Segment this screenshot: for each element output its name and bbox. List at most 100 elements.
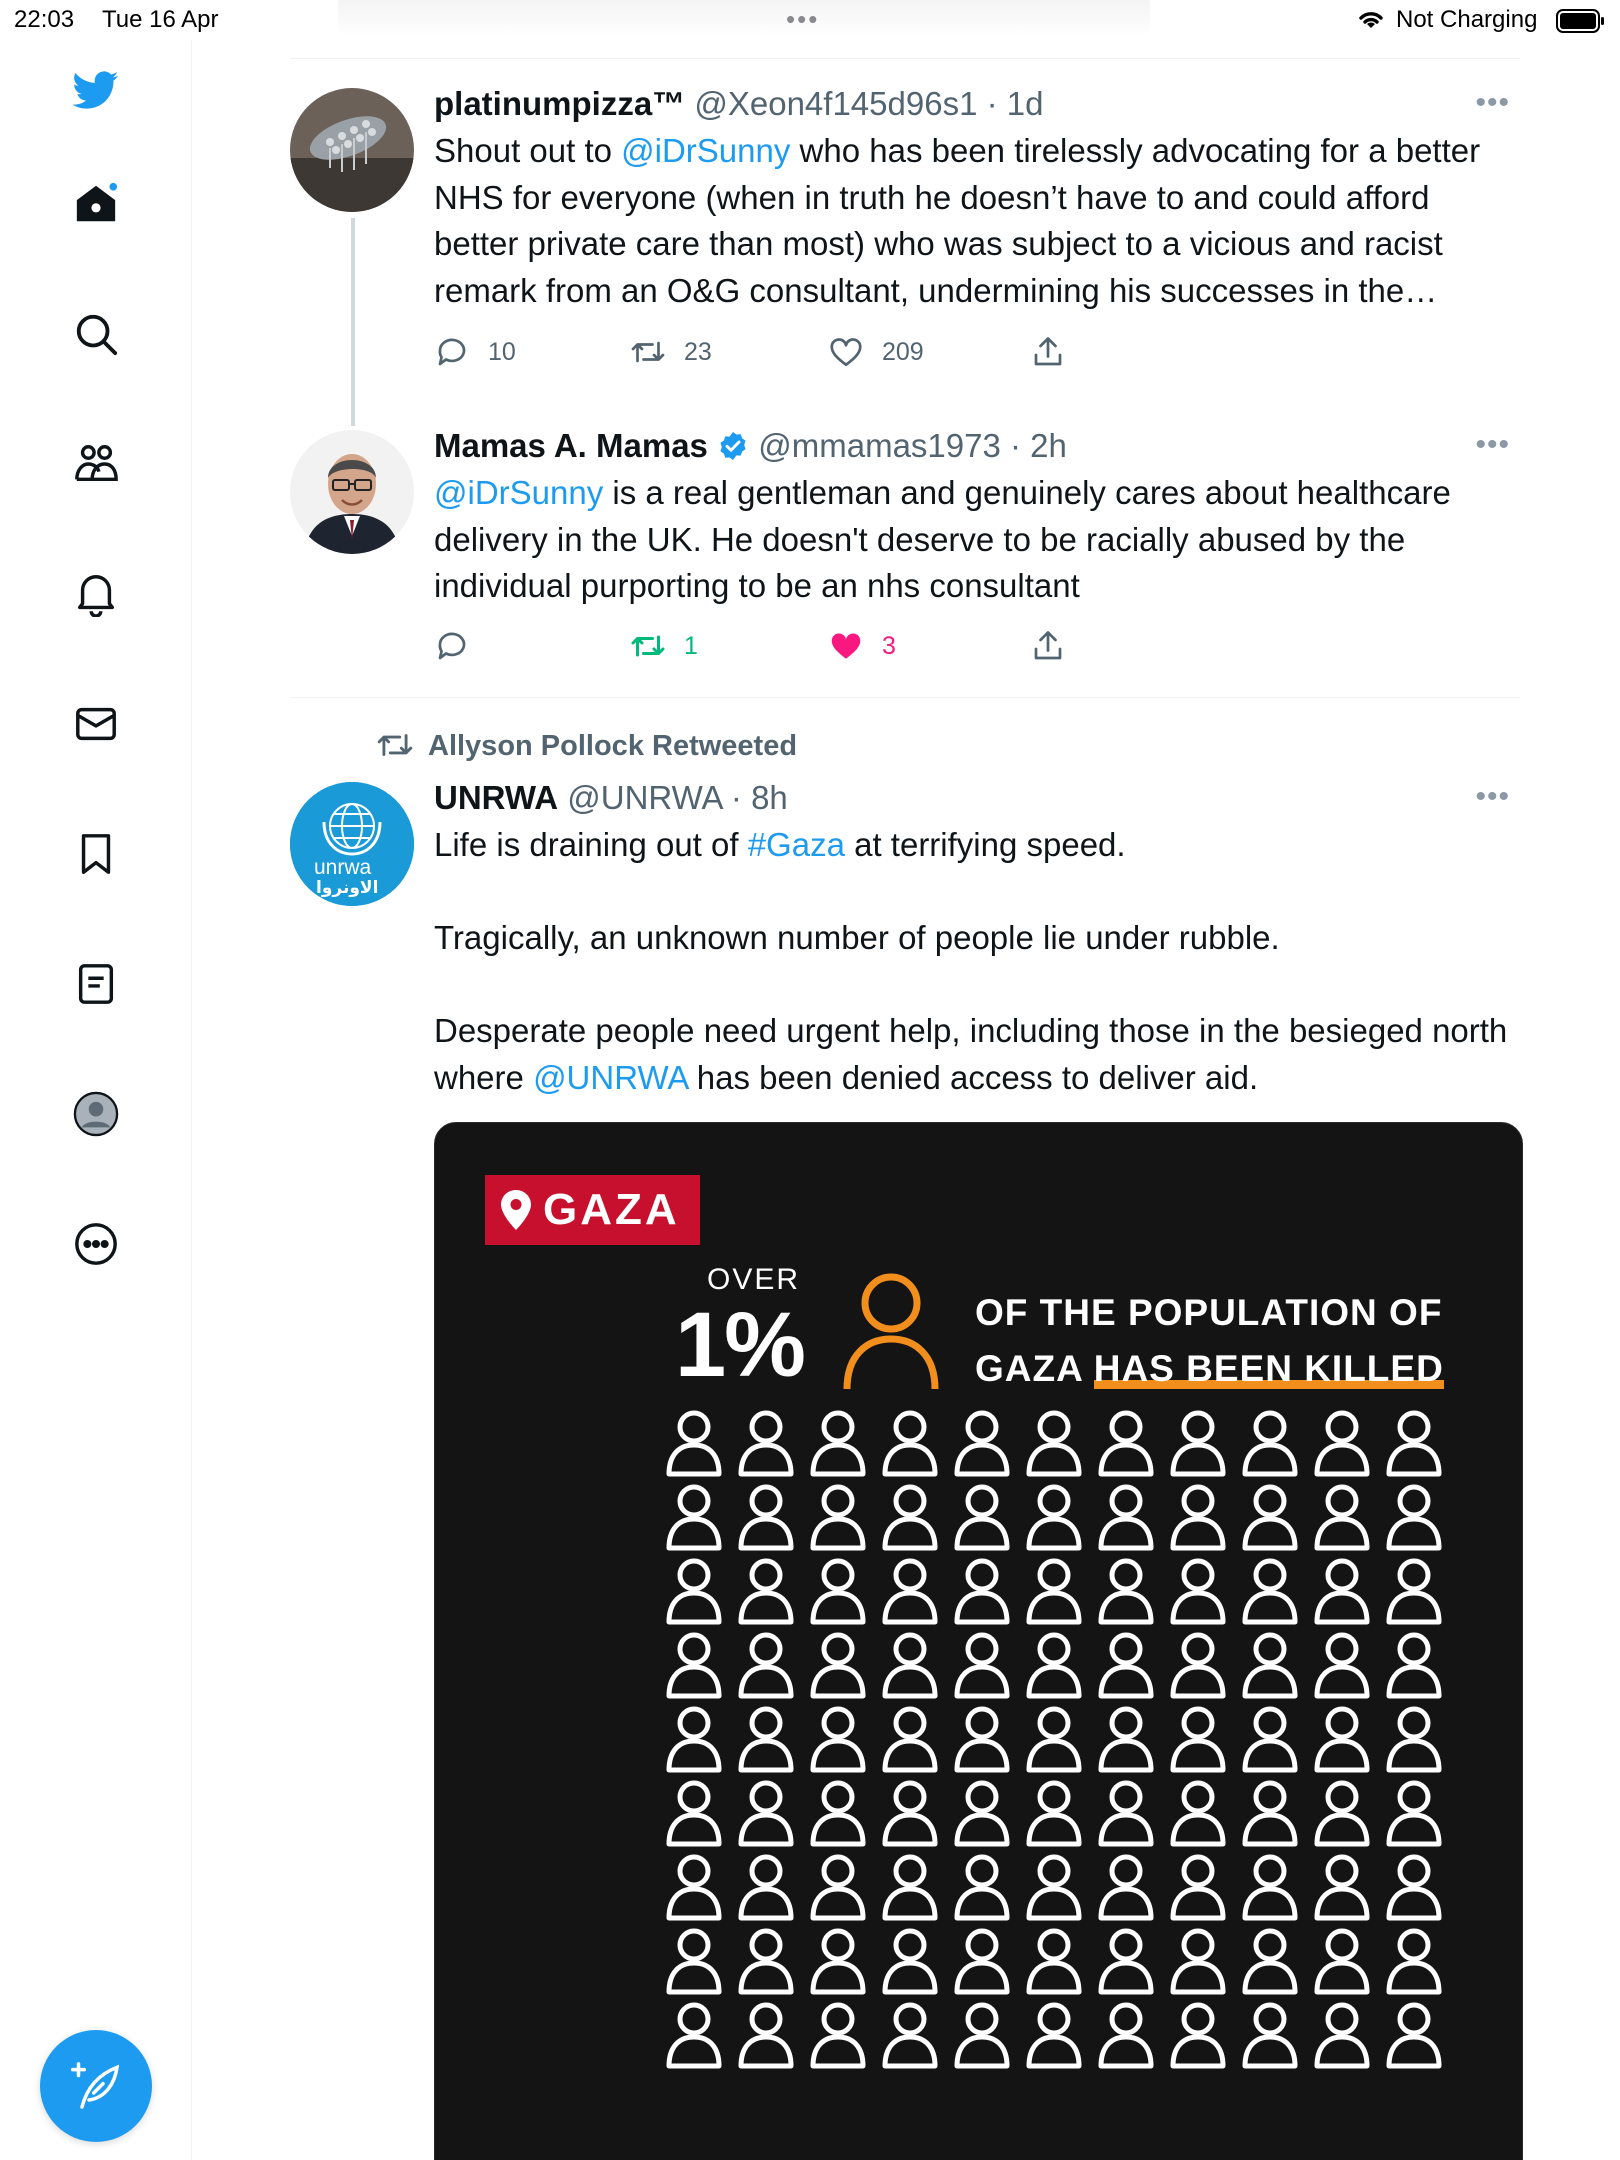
tweet-mamas[interactable]: Mamas A. Mamas @mmamas1973 · 2h ••• @iDr… [290,427,1520,690]
home-icon[interactable] [68,176,124,232]
person-icon [882,1484,938,1551]
notifications-bell-icon[interactable] [68,566,124,622]
person-icon [1242,1410,1298,1477]
retweet-count: 23 [684,337,712,366]
person-icon [882,1928,938,1995]
like-button[interactable]: 209 [828,334,924,370]
person-icon [1242,1484,1298,1551]
author-name[interactable]: UNRWA [434,779,558,816]
tweet-more-menu[interactable]: ••• [1475,428,1510,462]
person-icon [1242,1780,1298,1847]
retweeted-by-label[interactable]: Allyson Pollock Retweeted [376,726,797,764]
person-icon [954,1484,1010,1551]
person-icon [1314,2002,1370,2069]
bookmarks-icon[interactable] [68,826,124,882]
person-icon [810,1484,866,1551]
share-button[interactable] [1030,334,1066,370]
author-name[interactable]: platinumpizza™ [434,85,685,122]
person-orange-icon [843,1273,939,1390]
tweet-actions: 10 23 209 [434,334,1234,378]
avatar-platinumpizza[interactable] [290,88,414,212]
retweet-small-icon [377,734,413,756]
heart-filled-icon [831,633,861,659]
people-icon-grid [663,1407,1455,2073]
person-icon [1026,1780,1082,1847]
person-icon [1170,1780,1226,1847]
multitask-dots[interactable]: ••• [786,4,819,35]
person-icon [1242,1706,1298,1773]
person-icon [810,1706,866,1773]
tweet-header: Mamas A. Mamas @mmamas1973 · 2h [434,424,1510,468]
person-icon [666,1632,722,1699]
author-handle-time[interactable]: @mmamas1973 · 2h [758,427,1067,464]
person-icon [810,1928,866,1995]
person-icon [1170,1632,1226,1699]
unrwa-logo-text: unrwa [314,856,372,879]
person-icon [738,1410,794,1477]
tweet-divider [290,697,1520,698]
person-icon [1386,1410,1442,1477]
tweet-media-image[interactable]: GAZA OVER 1% OF THE POPULATION OF GAZA H… [434,1122,1523,2160]
person-icon [1170,1854,1226,1921]
retweet-button[interactable]: 1 [630,628,698,664]
person-icon [1098,1706,1154,1773]
person-icon [1026,1928,1082,1995]
share-icon [1034,631,1062,660]
lists-icon[interactable] [68,956,124,1012]
mention-link[interactable]: @iDrSunny [434,474,603,511]
person-icon [882,1632,938,1699]
person-icon [954,1928,1010,1995]
author-handle-time[interactable]: @Xeon4f145d96s1 · 1d [694,85,1043,122]
retweet-icon [631,635,665,657]
like-button[interactable]: 3 [828,628,896,664]
person-icon [1242,1928,1298,1995]
person-icon [882,2002,938,2069]
author-handle-time[interactable]: @UNRWA · 8h [567,779,788,816]
person-icon [1098,2002,1154,2069]
messages-envelope-icon[interactable] [68,696,124,752]
person-icon [1170,1928,1226,1995]
person-icon [738,1854,794,1921]
mention-link[interactable]: @iDrSunny [621,132,790,169]
share-button[interactable] [1030,628,1066,664]
tweet-unrwa[interactable]: unrwa الاونروا UNRWA @UNRWA · 8h ••• Lif… [290,779,1520,1162]
tweet-more-menu[interactable]: ••• [1475,86,1510,120]
person-icon [954,1706,1010,1773]
reply-button[interactable]: 10 [434,334,516,370]
avatar-unrwa[interactable]: unrwa الاونروا [290,782,414,906]
tweet-header: platinumpizza™ @Xeon4f145d96s1 · 1d [434,82,1510,126]
retweet-button[interactable]: 23 [630,334,712,370]
person-icon [810,1410,866,1477]
person-icon [1314,1706,1370,1773]
like-count: 209 [882,337,924,366]
person-icon [1026,1484,1082,1551]
person-icon [882,1558,938,1625]
communities-icon[interactable] [68,436,124,492]
author-name[interactable]: Mamas A. Mamas [434,427,708,464]
hashtag-link[interactable]: #Gaza [748,826,845,863]
person-icon [1242,2002,1298,2069]
compose-tweet-button[interactable] [40,2030,152,2142]
person-icon [954,2002,1010,2069]
more-options-icon[interactable] [68,1216,124,1272]
location-pin-icon [501,1190,531,1230]
person-icon [1098,1558,1154,1625]
stat-headline: OF THE POPULATION OF GAZA HAS BEEN KILLE… [975,1292,1444,1389]
avatar-mamas[interactable] [290,430,414,554]
profile-avatar-icon[interactable] [68,1086,124,1142]
person-icon [810,2002,866,2069]
twitter-bird-icon[interactable] [68,62,124,118]
tweet-platinumpizza[interactable]: platinumpizza™ @Xeon4f145d96s1 · 1d ••• … [290,85,1520,426]
tweet-more-menu[interactable]: ••• [1475,780,1510,814]
reply-icon [438,338,466,366]
person-icon [666,1706,722,1773]
person-icon [1170,1558,1226,1625]
person-icon [1098,1854,1154,1921]
explore-search-icon[interactable] [68,306,124,362]
tweet-text: Shout out to @iDrSunny who has been tire… [434,132,1481,309]
reply-button[interactable] [434,628,488,664]
mention-link[interactable]: @UNRWA [533,1059,688,1096]
person-icon [1314,1410,1370,1477]
person-icon [666,1928,722,1995]
person-icon [954,1410,1010,1477]
